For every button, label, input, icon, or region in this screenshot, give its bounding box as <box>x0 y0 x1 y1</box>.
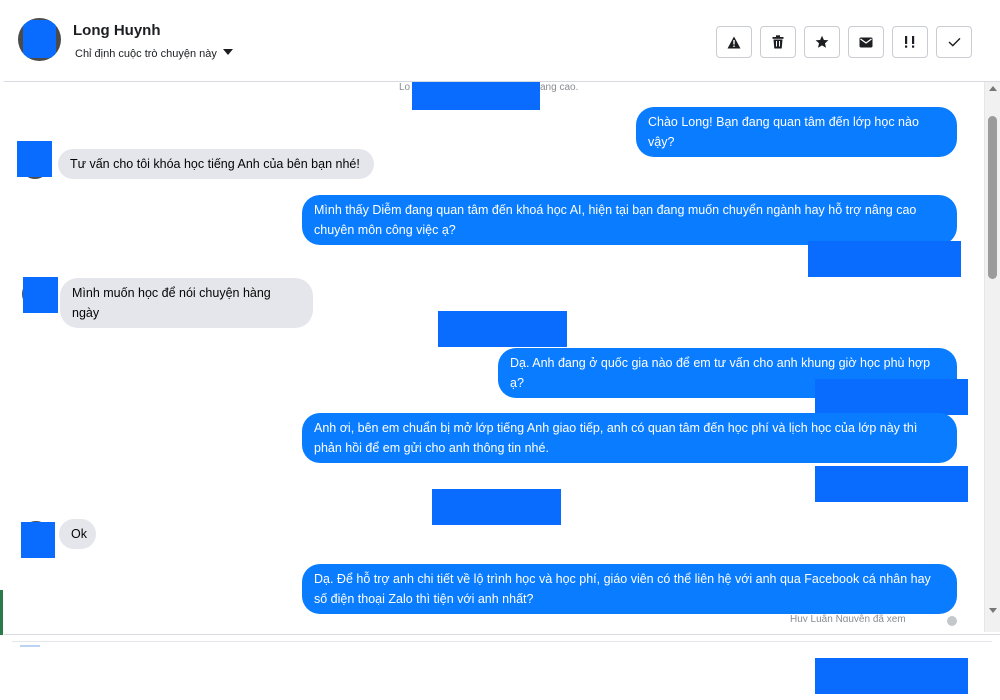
redaction-block <box>815 379 968 415</box>
warning-icon <box>727 36 741 48</box>
redaction-block <box>21 522 55 558</box>
scroll-up-arrow-icon[interactable] <box>989 86 997 91</box>
redaction-block <box>432 489 561 525</box>
mark-unread-button[interactable] <box>848 26 884 58</box>
spam-button[interactable] <box>716 26 752 58</box>
redaction-block <box>412 82 540 110</box>
follow-up-icon <box>905 36 915 48</box>
system-note-right: ang cao. <box>540 82 579 93</box>
message-incoming: Ok <box>59 519 96 549</box>
star-icon <box>815 35 829 48</box>
done-button[interactable] <box>936 26 972 58</box>
scroll-thumb[interactable] <box>988 116 997 279</box>
redaction-block <box>808 241 961 277</box>
action-toolbar <box>716 26 972 58</box>
assign-conversation-dropdown[interactable]: Chỉ định cuộc trò chuyện này <box>75 48 233 60</box>
system-note-left: Lo <box>399 82 411 93</box>
redaction-block <box>23 277 58 313</box>
assign-label: Chỉ định cuộc trò chuyện này <box>75 48 217 60</box>
seen-indicator: Huy Luân Nguyễn đã xem <box>790 614 906 622</box>
follow-up-button[interactable] <box>892 26 928 58</box>
check-icon <box>948 37 960 47</box>
message-thread[interactable]: Lo ang cao. Chào Long! Bạn đang quan tâm… <box>4 82 984 632</box>
redaction-block <box>815 658 968 694</box>
caret-down-icon <box>222 49 233 55</box>
message-outgoing: Anh ơi, bên em chuẩn bị mở lớp tiếng Anh… <box>302 413 957 463</box>
message-outgoing: Chào Long! Bạn đang quan tâm đến lớp học… <box>636 107 957 157</box>
thread-scrollbar[interactable] <box>984 82 1000 632</box>
delete-button[interactable] <box>760 26 796 58</box>
redaction-block <box>438 311 567 347</box>
redaction-block <box>815 466 968 502</box>
contact-avatar[interactable] <box>18 18 61 61</box>
star-button[interactable] <box>804 26 840 58</box>
conversation-header: Long Huynh Chỉ định cuộc trò chuyện này <box>4 0 1000 82</box>
avatar-redaction <box>23 20 56 58</box>
composer-toolbar-hint <box>20 645 40 647</box>
message-outgoing: Mình thấy Diễm đang quan tâm đến khoá họ… <box>302 195 957 245</box>
scroll-down-arrow-icon[interactable] <box>989 608 997 613</box>
composer-divider <box>12 641 992 642</box>
redaction-block <box>17 141 52 177</box>
contact-name[interactable]: Long Huynh <box>73 22 160 39</box>
message-outgoing: Dạ. Để hỗ trợ anh chi tiết về lộ trình h… <box>302 564 957 614</box>
message-incoming: Mình muốn học để nói chuyện hàng ngày <box>60 278 313 328</box>
message-incoming: Tư vấn cho tôi khóa học tiếng Anh của bê… <box>58 149 374 179</box>
trash-icon <box>772 35 784 49</box>
envelope-icon <box>859 37 873 47</box>
window-edge <box>0 590 3 635</box>
seen-avatar <box>947 616 957 626</box>
